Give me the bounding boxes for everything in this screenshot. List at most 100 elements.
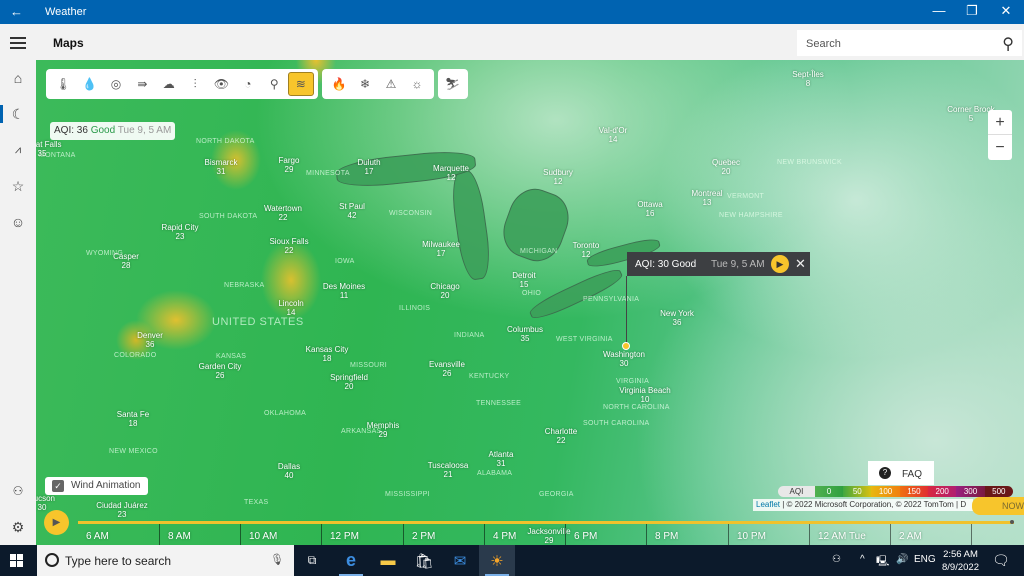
nav-life-icon[interactable]: ☺: [0, 205, 36, 239]
mail-icon[interactable]: ✉: [442, 545, 478, 576]
city-label[interactable]: Great Falls35: [36, 140, 62, 158]
radar-layer-icon[interactable]: ◎: [103, 72, 129, 96]
network-icon[interactable]: 🖳: [876, 554, 889, 571]
city-label[interactable]: Garden City 26: [199, 362, 242, 380]
temperature-layer-icon[interactable]: 🌡: [50, 72, 76, 96]
city-label[interactable]: Milwaukee 17: [422, 240, 460, 258]
location-pin[interactable]: [622, 342, 630, 350]
now-marker[interactable]: NOW: [972, 497, 1024, 515]
zoom-out-button[interactable]: −: [988, 135, 1012, 160]
back-button[interactable]: ←: [10, 4, 23, 19]
store-icon[interactable]: 🛍: [406, 545, 442, 576]
timeline-play-button[interactable]: ▶: [44, 510, 69, 535]
city-label[interactable]: Bismarck 31: [205, 158, 238, 176]
file-explorer-icon[interactable]: ▬: [370, 545, 406, 576]
city-label[interactable]: St Paul 42: [339, 202, 365, 220]
city-label[interactable]: Kansas City 18: [306, 345, 349, 363]
pin-line: [626, 276, 627, 346]
windows-start-icon[interactable]: [10, 554, 23, 567]
microphone-icon[interactable]: 🎙: [270, 553, 284, 566]
city-label[interactable]: Rapid City 23: [162, 223, 199, 241]
city-label[interactable]: Marquette 12: [433, 164, 469, 182]
city-label[interactable]: Evansville 26: [429, 360, 465, 378]
city-label[interactable]: New York 36: [660, 309, 694, 327]
city-label[interactable]: Virginia Beach 10: [619, 386, 670, 404]
city-label[interactable]: Springfield 20: [330, 373, 368, 391]
nav-home-icon[interactable]: ⌂: [0, 61, 36, 95]
timeline-track[interactable]: [78, 521, 1014, 524]
city-label[interactable]: Fargo 29: [279, 156, 300, 174]
notifications-icon[interactable]: 🗨: [992, 552, 1010, 569]
precipitation-layer-icon[interactable]: 💧: [76, 72, 102, 96]
wildfire-layer-icon[interactable]: 🔥: [326, 72, 352, 96]
cloud-layer-icon[interactable]: ☁: [156, 72, 182, 96]
city-label[interactable]: Ciudad Juárez 23: [96, 501, 148, 519]
nav-maps-icon[interactable]: ☾: [0, 97, 36, 131]
volume-icon[interactable]: 🔊: [896, 554, 908, 565]
taskbar-clock[interactable]: 2:56 AM 8/9/2022: [942, 548, 979, 574]
city-label[interactable]: Dallas 40: [278, 462, 300, 480]
leaflet-link[interactable]: Leaflet: [756, 500, 780, 509]
zoom-in-button[interactable]: +: [988, 110, 1012, 135]
city-label[interactable]: Tuscaloosa 21: [428, 461, 469, 479]
city-label[interactable]: Santa Fe 18: [117, 410, 149, 428]
task-view-icon[interactable]: ⧉: [294, 545, 330, 576]
nav-settings-icon[interactable]: ⚙: [0, 510, 36, 544]
search-icon[interactable]: ⚲: [1002, 34, 1014, 54]
city-label[interactable]: Detroit 15: [512, 271, 536, 289]
city-label[interactable]: Val-d'Or 14: [599, 126, 628, 144]
people-icon[interactable]: ⚇: [832, 554, 841, 565]
popup-time: Tue 9, 5 AM: [711, 259, 765, 270]
nav-account-icon[interactable]: ⚇: [0, 474, 36, 508]
city-label[interactable]: Charlotte 22: [545, 427, 577, 445]
pollen-layer-icon[interactable]: ⚲: [261, 72, 287, 96]
weather-app-icon[interactable]: ☀: [479, 545, 515, 576]
city-label[interactable]: Sioux Falls 22: [269, 237, 308, 255]
popup-close-button[interactable]: ✕: [795, 256, 806, 272]
city-label[interactable]: Sept-Îles 8: [792, 70, 824, 88]
taskbar-search-box[interactable]: Type here to search 🎙: [37, 545, 294, 576]
city-label[interactable]: Chicago 20: [430, 282, 459, 300]
city-label[interactable]: Casper 28: [113, 252, 139, 270]
wind-layer-icon[interactable]: ⇛: [129, 72, 155, 96]
ski-layer-icon[interactable]: ⛷: [439, 72, 466, 96]
city-label[interactable]: Watertown 22: [264, 204, 302, 222]
city-label[interactable]: Atlanta 31: [489, 450, 514, 468]
city-label[interactable]: Toronto 12: [573, 241, 600, 259]
city-label[interactable]: Memphis 29: [367, 421, 399, 439]
wind-animation-toggle[interactable]: ✓ Wind Animation: [45, 477, 148, 495]
city-label[interactable]: Quebec 20: [712, 158, 740, 176]
tray-chevron-icon[interactable]: ^: [860, 554, 865, 565]
city-label[interactable]: Tucson30: [36, 494, 55, 512]
nav-historical-weather-icon[interactable]: ⩘: [0, 133, 36, 167]
severe-weather-layer-icon[interactable]: ⚠: [378, 72, 404, 96]
close-button[interactable]: ✕: [991, 3, 1021, 19]
city-label[interactable]: Duluth 17: [357, 158, 380, 176]
city-label[interactable]: Des Moines 11: [323, 282, 365, 300]
faq-button[interactable]: ? FAQ: [868, 461, 934, 485]
edge-icon[interactable]: e: [333, 545, 369, 576]
snow-layer-icon[interactable]: ❄: [352, 72, 378, 96]
humidity-layer-icon[interactable]: ⫶: [182, 72, 208, 96]
state-label: SOUTH DAKOTA: [199, 213, 258, 220]
state-label: KANSAS: [216, 353, 247, 360]
nav-favorite-places-icon[interactable]: ☆: [0, 169, 36, 203]
city-label[interactable]: Columbus 35: [507, 325, 543, 343]
visibility-layer-icon[interactable]: 👁: [208, 72, 234, 96]
hurricane-layer-icon[interactable]: ☼: [404, 72, 430, 96]
restore-button[interactable]: ❐: [957, 3, 987, 19]
language-indicator[interactable]: ENG: [914, 554, 936, 565]
pressure-layer-icon[interactable]: ◔: [235, 72, 261, 96]
search-input[interactable]: Search ⚲: [797, 30, 1022, 56]
minimize-button[interactable]: —: [924, 3, 954, 18]
city-label[interactable]: Ottawa 16: [637, 200, 662, 218]
city-label[interactable]: Sudbury 12: [543, 168, 573, 186]
city-label[interactable]: Lincoln 14: [278, 299, 303, 317]
hamburger-menu-icon[interactable]: [10, 37, 26, 49]
city-label[interactable]: Montreal 13: [691, 189, 722, 207]
air-quality-layer-icon[interactable]: ≋: [287, 72, 314, 96]
city-label[interactable]: Denver 36: [137, 331, 163, 349]
city-label[interactable]: Washington 30: [603, 350, 645, 368]
popup-play-button[interactable]: ▶: [771, 255, 789, 273]
checkbox-checked-icon[interactable]: ✓: [52, 480, 64, 492]
